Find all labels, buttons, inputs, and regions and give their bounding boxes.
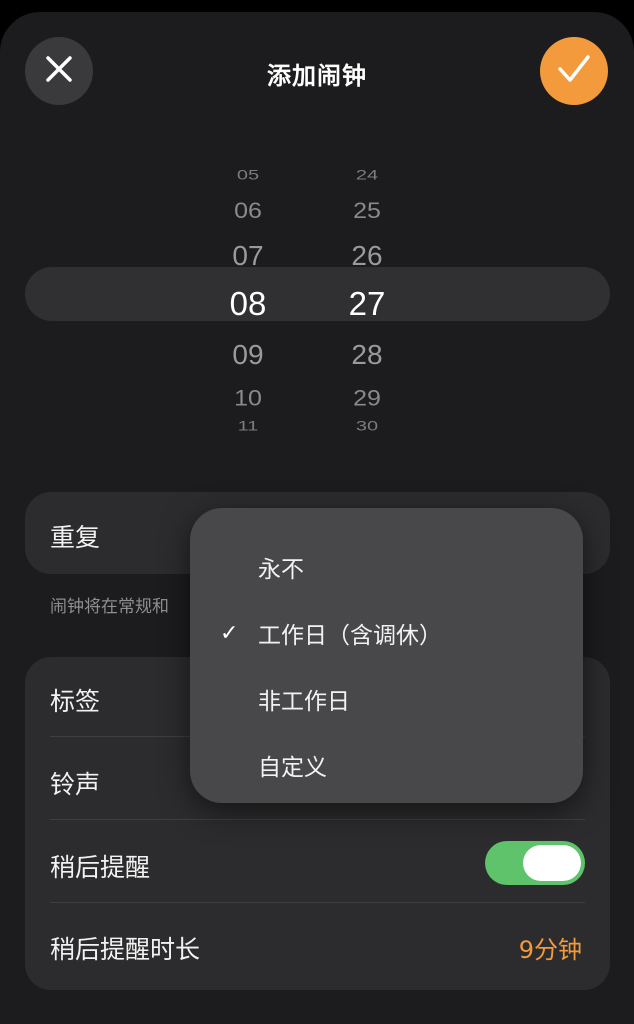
minute-option[interactable]: 30 [322, 418, 412, 434]
selected-minute[interactable]: 27 [322, 285, 412, 323]
toggle-knob [523, 845, 581, 881]
hour-option[interactable]: 10 [203, 385, 293, 411]
repeat-dropdown-menu: 永不 ✓ 工作日（含调休） 非工作日自定义 [190, 508, 583, 803]
snooze-row: 稍后提醒 [50, 853, 151, 882]
snooze-duration-value[interactable]: 9分钟 [519, 930, 582, 965]
dropdown-item-label: 工作日（含调休） [258, 623, 442, 649]
hour-option[interactable]: 05 [203, 167, 293, 183]
repeat-label: 重复 [50, 523, 101, 552]
divider [50, 819, 585, 820]
checkmark-icon: ✓ [220, 620, 239, 646]
snooze-toggle[interactable] [485, 841, 585, 885]
hour-option[interactable]: 06 [203, 198, 293, 224]
confirm-button[interactable] [540, 37, 608, 105]
minute-wheel[interactable]: 24 25 26 27 28 29 30 [322, 142, 412, 442]
dropdown-item[interactable]: 永不 [190, 534, 583, 600]
repeat-hint: 闹钟将在常规和 [50, 597, 169, 617]
ringtone-row[interactable]: 铃声 [50, 765, 100, 801]
minute-option[interactable]: 28 [322, 339, 412, 371]
dropdown-item[interactable]: 自定义 [190, 732, 583, 798]
page-title: 添加闹钟 [267, 62, 367, 90]
minute-option[interactable]: 25 [322, 198, 412, 224]
dropdown-item-label: 自定义 [258, 755, 327, 781]
checkmark-icon [557, 54, 591, 88]
snooze-duration-row[interactable]: 稍后提醒时长 [50, 930, 200, 966]
minute-option[interactable]: 24 [322, 167, 412, 183]
dropdown-item[interactable]: 非工作日 [190, 666, 583, 732]
dropdown-item[interactable]: ✓ 工作日（含调休） [190, 600, 583, 666]
dropdown-item-label: 非工作日 [258, 689, 350, 715]
hour-option[interactable]: 07 [203, 240, 293, 272]
selected-hour[interactable]: 08 [203, 285, 293, 323]
picker-selection-band [25, 267, 610, 321]
hour-wheel[interactable]: 05 06 07 08 09 10 11 [203, 142, 293, 442]
label-row[interactable]: 标签 [50, 682, 100, 718]
hour-option[interactable]: 11 [203, 418, 293, 434]
minute-option[interactable]: 26 [322, 240, 412, 272]
add-alarm-sheet: 添加闹钟 05 06 07 08 09 10 11 24 25 26 27 28 29 30 重复 闹钟… [0, 12, 634, 1024]
dropdown-item-label: 永不 [258, 557, 304, 583]
minute-option[interactable]: 29 [322, 385, 412, 411]
divider [50, 902, 585, 903]
hour-option[interactable]: 09 [203, 339, 293, 371]
